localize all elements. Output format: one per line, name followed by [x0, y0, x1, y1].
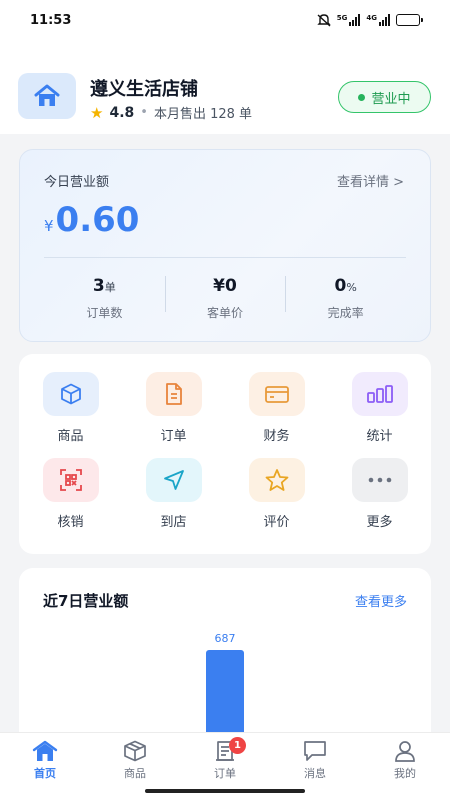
tab-home-label: 首页 [34, 767, 56, 780]
document-icon [145, 372, 202, 416]
bar-chart-icon [351, 372, 408, 416]
func-products-label: 商品 [57, 429, 84, 444]
func-statistics[interactable]: 统计 [328, 372, 431, 444]
weekly-bar-chart: 687 [206, 632, 244, 738]
stat-completion-value: 0 [334, 276, 347, 296]
func-reviews[interactable]: 评价 [225, 458, 328, 530]
func-finance[interactable]: 财务 [225, 372, 328, 444]
stat-orders: 3单 订单数 [44, 268, 165, 328]
home-icon [32, 740, 58, 761]
func-arrival[interactable]: 到店 [122, 458, 225, 530]
revenue-value: 0.60 [55, 200, 140, 240]
func-verify[interactable]: 核销 [19, 458, 122, 530]
status-dot-icon [358, 93, 366, 101]
func-more-label: 更多 [366, 515, 393, 530]
qr-scan-icon [42, 458, 99, 502]
message-icon [304, 741, 326, 761]
card-icon [248, 372, 305, 416]
func-verify-label: 核销 [57, 515, 84, 530]
revenue-amount: ¥ 0.60 [44, 200, 139, 240]
revenue-divider [44, 257, 406, 258]
stat-orders-value: 3 [92, 276, 105, 296]
box-icon [124, 740, 146, 762]
rating-star-icon: ★ [90, 103, 104, 122]
weekly-revenue-card: 近7日营业额 查看更多 687 [19, 568, 431, 748]
store-status-label: 营业中 [371, 91, 411, 107]
func-more[interactable]: 更多 [328, 458, 431, 530]
stat-completion-unit: % [346, 281, 357, 294]
store-logo[interactable] [18, 73, 76, 119]
signal-4g-icon: 4G [366, 14, 390, 26]
func-reviews-label: 评价 [263, 515, 290, 530]
store-rating: 4.8 [109, 104, 135, 121]
home-icon [34, 84, 60, 106]
revenue-stats: 3单 订单数 ¥0 客单价 0% 完成率 [44, 268, 406, 328]
revenue-title: 今日营业额 [44, 175, 110, 190]
stat-orders-label: 订单数 [86, 306, 123, 320]
store-name: 遵义生活店铺 [90, 79, 198, 100]
revenue-currency: ¥ [44, 217, 54, 235]
home-indicator [145, 789, 305, 793]
chart-bar-value-label: 687 [215, 632, 236, 645]
stat-orders-unit: 单 [104, 281, 116, 294]
function-grid: 商品 订单 财务 统计 核销 到店 评价 更多 [19, 372, 431, 530]
stat-avg-price: ¥0 客单价 [164, 268, 286, 328]
stat-avg-price-value: ¥0 [213, 276, 237, 296]
stat-completion: 0% 完成率 [285, 268, 406, 328]
weekly-more-link[interactable]: 查看更多 [355, 591, 407, 610]
func-products[interactable]: 商品 [19, 372, 122, 444]
tab-profile-label: 我的 [394, 767, 416, 780]
func-statistics-label: 统计 [366, 429, 393, 444]
func-arrival-label: 到店 [160, 515, 187, 530]
tab-home[interactable]: 首页 [0, 733, 90, 800]
status-bar: 11:53 5G 4G [0, 0, 450, 40]
tab-products-label: 商品 [124, 767, 146, 780]
func-orders-label: 订单 [160, 429, 187, 444]
monthly-sales: 本月售出 128 单 [153, 107, 253, 122]
func-orders[interactable]: 订单 [122, 372, 225, 444]
revenue-detail-link[interactable]: 查看详情 > [337, 171, 404, 190]
chart-bar [206, 650, 244, 738]
weekly-title: 近7日营业额 [43, 592, 129, 610]
status-time: 11:53 [30, 12, 72, 28]
stat-completion-label: 完成率 [327, 306, 364, 320]
battery-icon [396, 14, 423, 26]
tab-profile[interactable]: 我的 [360, 733, 450, 800]
orders-badge: 1 [229, 737, 246, 754]
tab-orders-label: 订单 [214, 767, 236, 780]
meta-separator: • [140, 105, 148, 120]
box-icon [42, 372, 99, 416]
signal-5g-label: 5G [336, 14, 348, 22]
store-header: 遵义生活店铺 ★ 4.8 • 本月售出 128 单 营业中 [0, 40, 450, 134]
status-icons: 5G 4G [317, 13, 423, 27]
navigation-icon [145, 458, 202, 502]
more-icon [351, 458, 408, 502]
store-meta: ★ 4.8 • 本月售出 128 单 [90, 103, 253, 123]
mute-icon [317, 13, 331, 27]
user-icon [395, 741, 415, 762]
star-icon [248, 458, 305, 502]
stat-avg-price-label: 客单价 [207, 306, 244, 320]
store-status-toggle[interactable]: 营业中 [338, 81, 431, 113]
signal-5g-icon: 5G [337, 14, 361, 26]
tab-messages-label: 消息 [304, 767, 326, 780]
revenue-card: 今日营业额 查看详情 > ¥ 0.60 3单 订单数 ¥0 客单价 0% 完成率 [19, 149, 431, 342]
signal-4g-label: 4G [366, 14, 377, 22]
func-finance-label: 财务 [263, 429, 290, 444]
function-grid-card: 商品 订单 财务 统计 核销 到店 评价 更多 [19, 354, 431, 554]
